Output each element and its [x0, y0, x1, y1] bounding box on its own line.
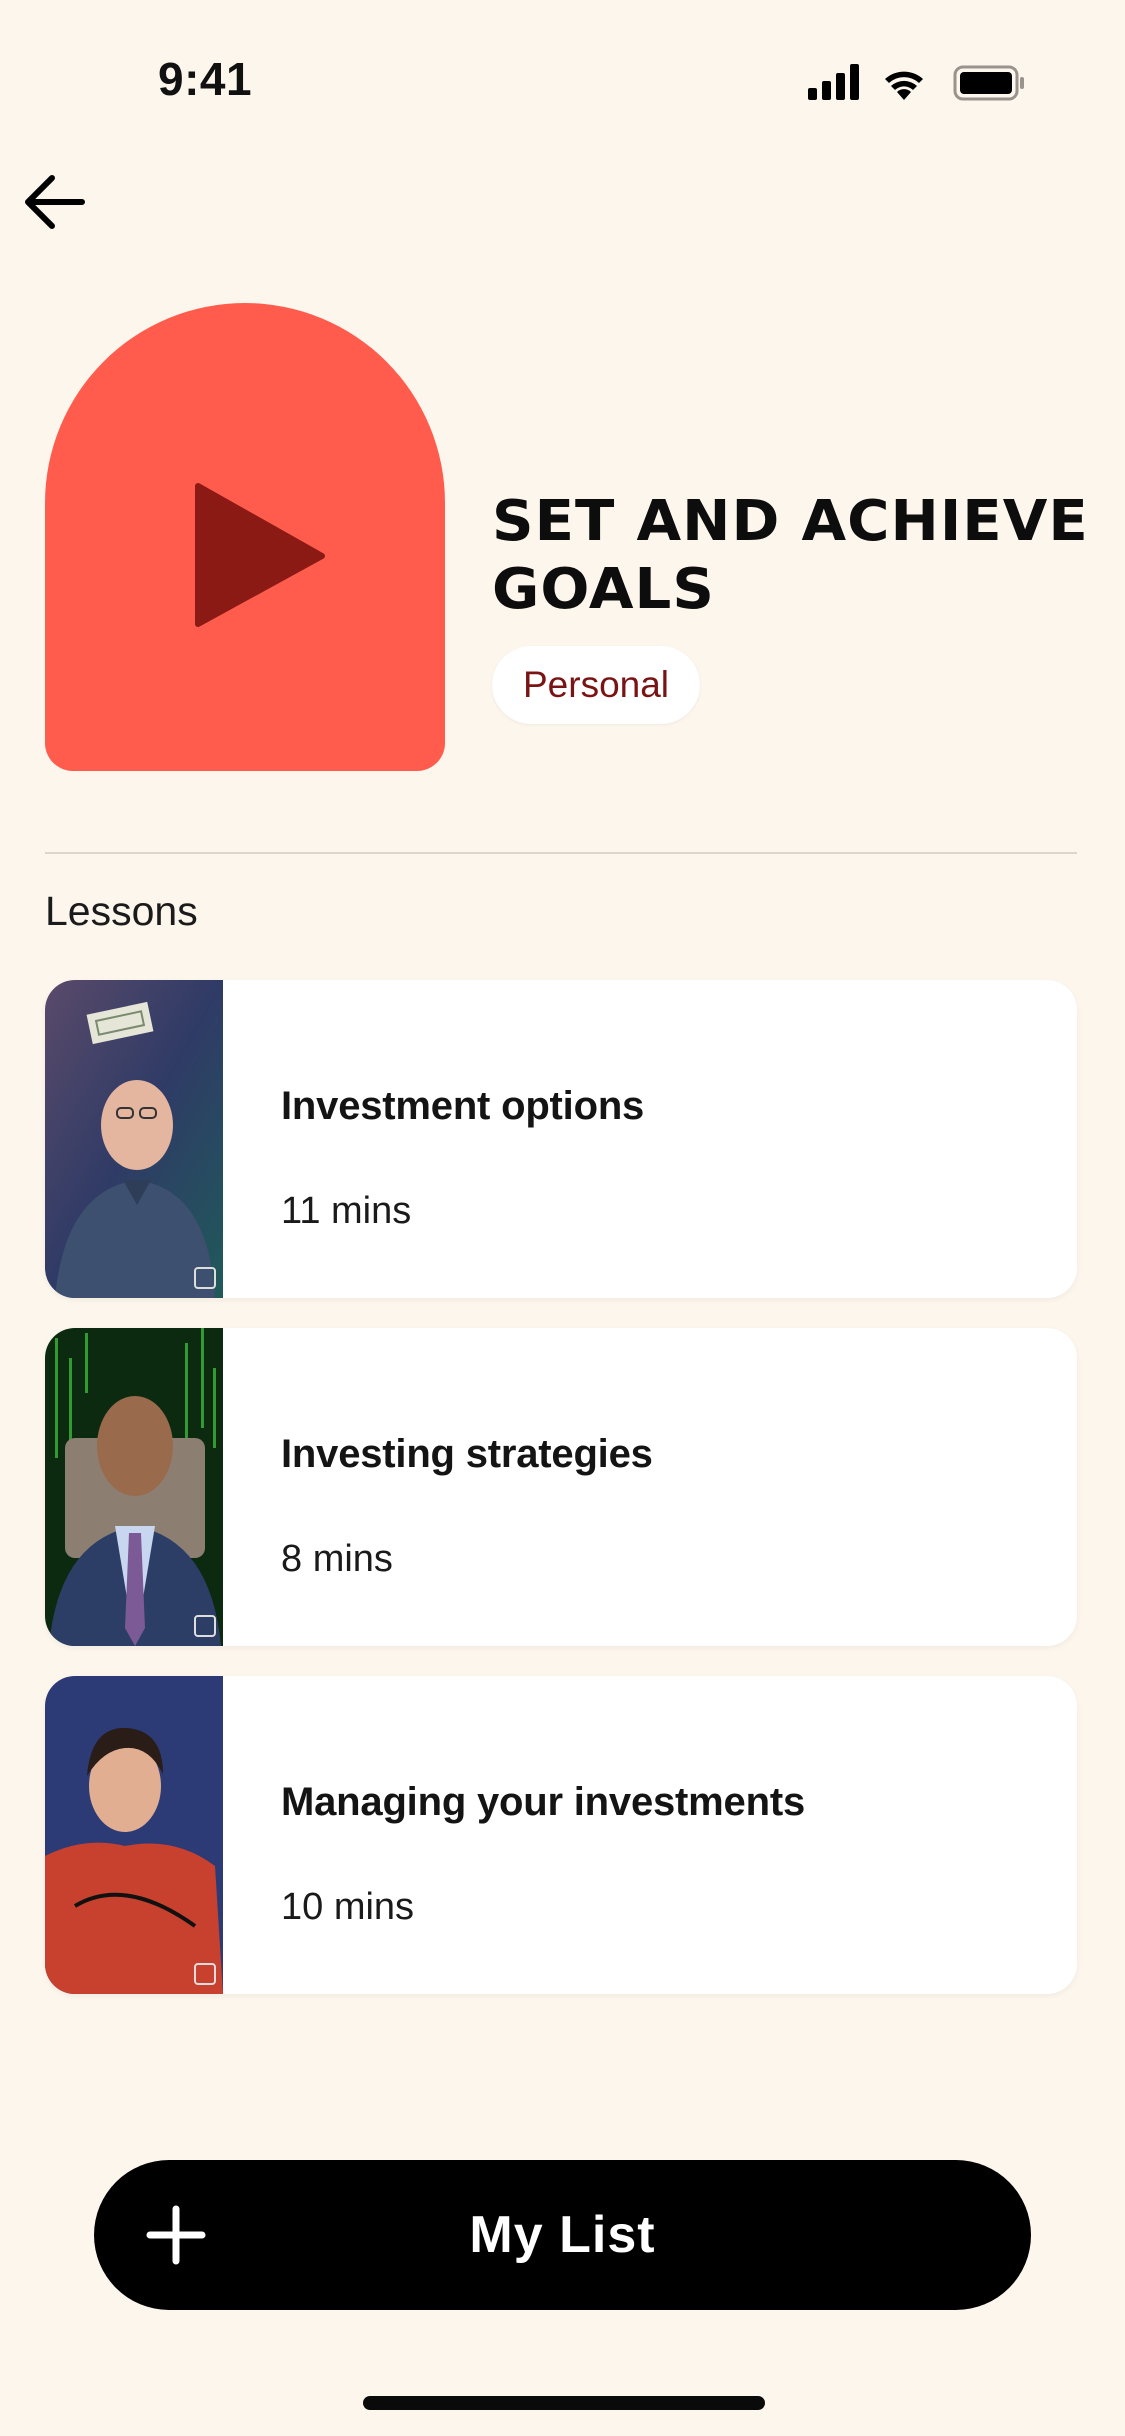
status-icons: [806, 60, 1026, 104]
my-list-label: My List: [469, 2206, 656, 2264]
lesson-card[interactable]: Managing your investments 10 mins: [45, 1676, 1077, 1994]
play-icon[interactable]: [190, 480, 330, 630]
lesson-thumbnail: [45, 1676, 223, 1994]
lesson-title: Investing strategies: [281, 1432, 653, 1476]
back-button[interactable]: [18, 170, 96, 234]
lesson-title: Managing your investments: [281, 1780, 805, 1824]
lesson-card[interactable]: Investment options 11 mins: [45, 980, 1077, 1298]
lesson-duration: 11 mins: [281, 1190, 412, 1232]
battery-icon: [953, 65, 1024, 101]
category-tag: Personal: [492, 646, 701, 724]
lessons-heading: Lessons: [45, 888, 198, 934]
lesson-thumbnail: [45, 980, 223, 1298]
lesson-card[interactable]: Investing strategies 8 mins: [45, 1328, 1077, 1646]
lesson-duration: 10 mins: [281, 1886, 415, 1928]
status-time: 9:41: [158, 53, 253, 105]
signal-icon: [808, 64, 859, 100]
my-list-button[interactable]: My List: [94, 2160, 1031, 2310]
course-title: Set and achieve goals: [492, 489, 1089, 622]
divider: [45, 852, 1077, 854]
home-indicator: [363, 2396, 765, 2410]
wifi-icon: [885, 71, 923, 100]
lesson-duration: 8 mins: [281, 1538, 393, 1580]
arrow-left-icon: [25, 175, 85, 229]
lesson-title: Investment options: [281, 1084, 645, 1128]
lesson-thumbnail: [45, 1328, 223, 1646]
